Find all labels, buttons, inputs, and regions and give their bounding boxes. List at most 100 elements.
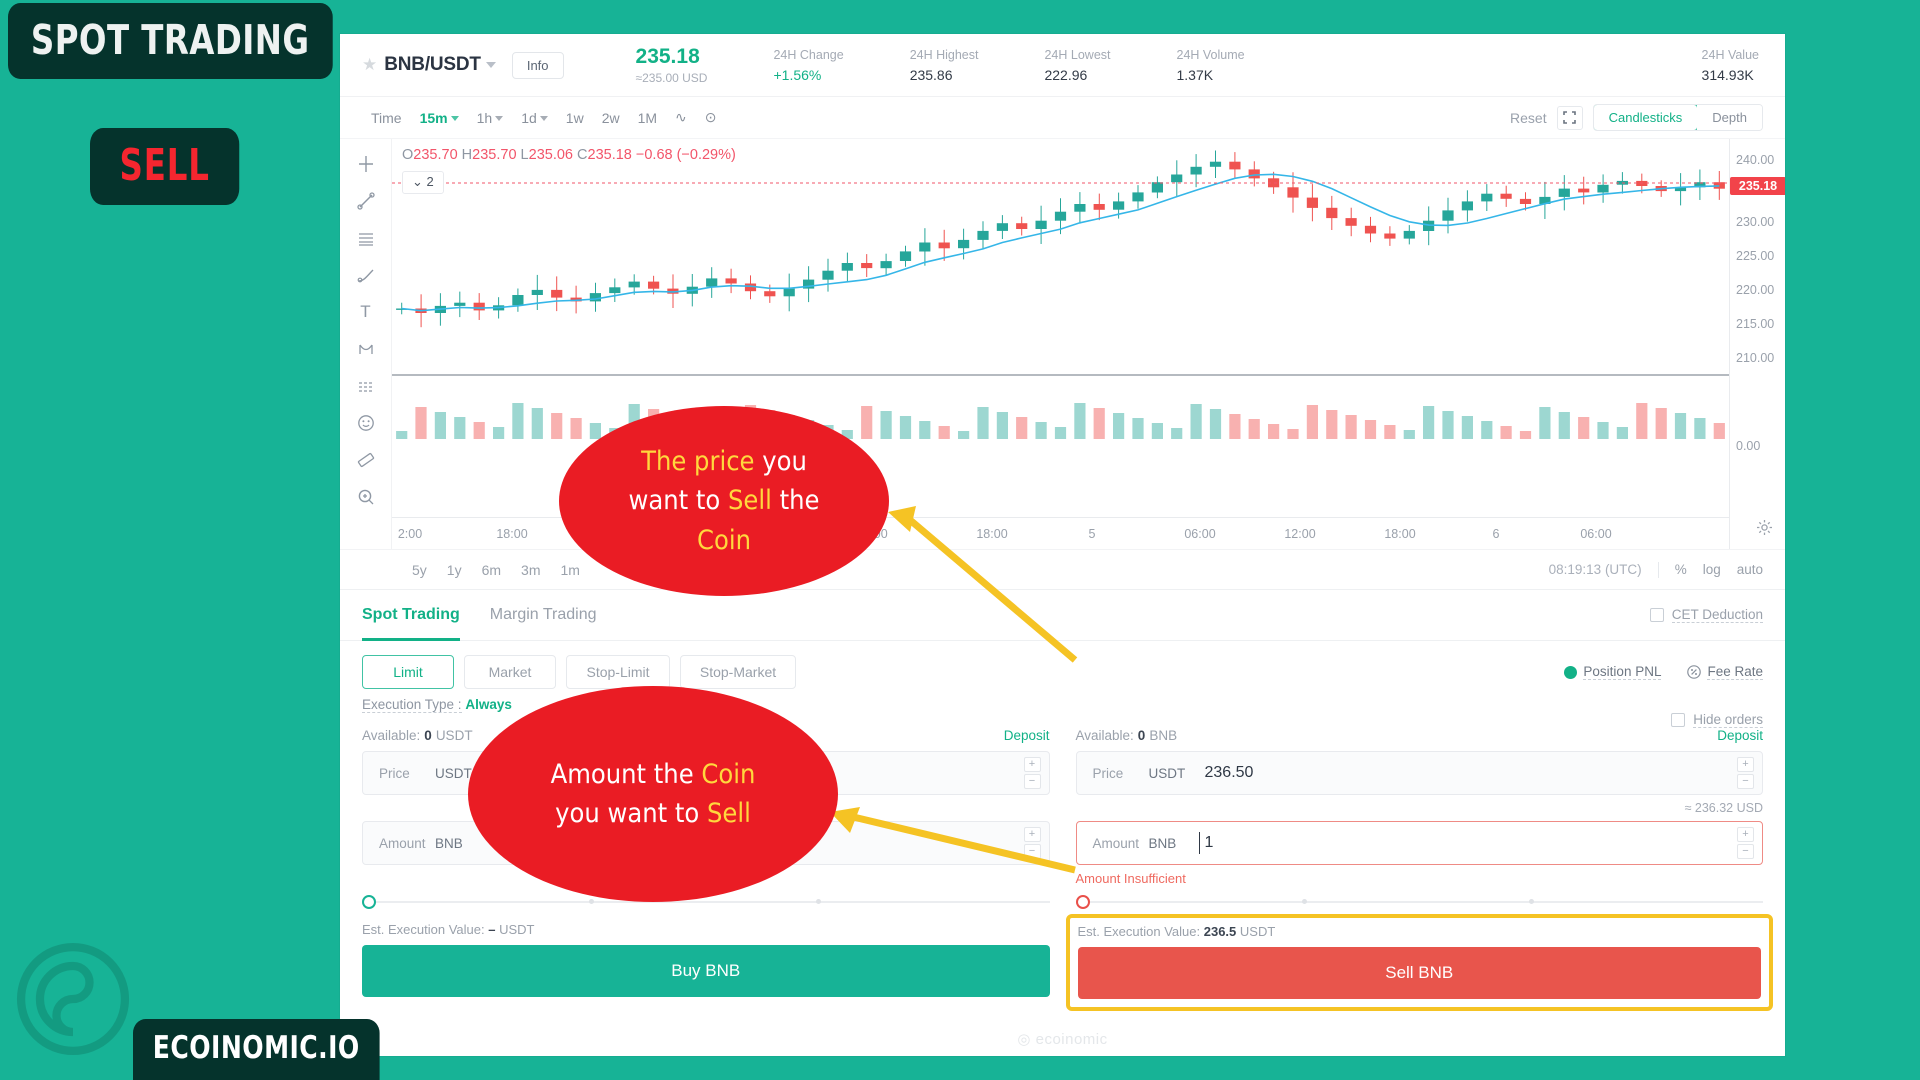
sell-slider-knob[interactable]	[1075, 895, 1090, 909]
sell-amount-decrement[interactable]: −	[1737, 844, 1754, 859]
buy-price-decrement[interactable]: −	[1023, 774, 1041, 789]
ohlc-low-value: 235.06	[528, 147, 573, 163]
info-button[interactable]: Info	[511, 51, 564, 79]
ohlc-change-value: −0.68 (−0.29%)	[635, 147, 736, 163]
buy-slider-knob[interactable]	[362, 895, 376, 909]
fullscreen-icon[interactable]	[1556, 105, 1583, 130]
buy-deposit-link[interactable]: Deposit	[1004, 728, 1050, 743]
chart-mode-depth[interactable]: Depth	[1697, 105, 1762, 130]
price-chart[interactable]: T O235.70 H235.70 L235.06 C235.18 −0.68 …	[340, 139, 1785, 549]
last-price-value: 235.18	[635, 45, 700, 69]
range-1y[interactable]: 1y	[437, 559, 472, 581]
order-type-limit[interactable]: Limit	[362, 655, 454, 689]
slider-node[interactable]	[815, 899, 821, 904]
buy-price-stepper[interactable]: + −	[1023, 757, 1041, 789]
buy-amount-increment[interactable]: +	[1023, 827, 1041, 842]
chart-toolbar: Time 15m 1h 1d 1w 2w 1M ∿ ⊙ Reset Candle…	[340, 97, 1785, 139]
chart-settings-icon[interactable]	[1756, 519, 1773, 541]
scale-log[interactable]: log	[1703, 562, 1721, 577]
stat-value: 1.37K	[1176, 66, 1214, 83]
time-tick: 6	[1492, 527, 1500, 541]
time-tick: 18:00	[1384, 527, 1416, 541]
sell-amount-stepper[interactable]: + −	[1737, 827, 1754, 859]
sell-amount-slider[interactable]	[1075, 892, 1763, 912]
zoom-in-icon[interactable]	[347, 480, 385, 514]
chart-mode-candlesticks[interactable]: Candlesticks	[1593, 105, 1699, 130]
sell-price-input[interactable]: 236.50	[1205, 764, 1738, 782]
indicator-icon[interactable]: ⊙	[696, 105, 726, 130]
buy-amount-stepper[interactable]: + −	[1023, 827, 1041, 859]
sell-price-decrement[interactable]: −	[1737, 774, 1754, 789]
timeframe-1h[interactable]: 1h	[468, 106, 513, 130]
price-axis[interactable]: 240.00 235.18 230.00 225.00 220.00 215.0…	[1729, 139, 1785, 549]
timeframe-1M[interactable]: 1M	[629, 106, 666, 130]
buy-submit-button[interactable]: Buy BNB	[362, 945, 1050, 997]
ohlc-close-value: 235.18	[587, 147, 632, 163]
sell-deposit-link[interactable]: Deposit	[1717, 728, 1763, 743]
sell-price-field[interactable]: Price USDT 236.50 + −	[1075, 751, 1763, 795]
forecast-icon[interactable]	[347, 369, 385, 403]
time-tick: 5	[1088, 527, 1096, 541]
percent-circle-icon	[1687, 665, 1702, 679]
scale-auto[interactable]: auto	[1737, 562, 1763, 577]
favorite-star-icon[interactable]: ★	[362, 55, 377, 75]
emoji-icon[interactable]	[347, 406, 385, 440]
trendline-icon[interactable]	[347, 184, 385, 218]
order-type-stop-market[interactable]: Stop-Market	[680, 655, 796, 689]
hide-orders-toggle[interactable]: Hide orders	[1671, 712, 1763, 728]
buy-price-increment[interactable]: +	[1023, 757, 1041, 772]
position-pnl-button[interactable]: Position PNL	[1564, 664, 1662, 680]
range-1m[interactable]: 1m	[551, 559, 590, 581]
measure-icon[interactable]	[347, 443, 385, 477]
fee-rate-button[interactable]: Fee Rate	[1687, 664, 1763, 680]
sell-amount-input[interactable]: 1	[1198, 832, 1738, 854]
cet-deduction-checkbox[interactable]	[1649, 608, 1664, 622]
sell-submit-button[interactable]: Sell BNB	[1077, 947, 1761, 999]
price-tick: 230.00	[1736, 215, 1775, 229]
reset-button[interactable]: Reset	[1510, 110, 1547, 126]
scale-percent[interactable]: %	[1675, 562, 1687, 577]
buy-amount-decrement[interactable]: −	[1023, 844, 1041, 859]
order-type-market[interactable]: Market	[464, 655, 556, 689]
timeframe-15m[interactable]: 15m	[411, 106, 468, 130]
trading-pair-label[interactable]: BNB/USDT	[384, 54, 481, 76]
ma-indicator-chip[interactable]: ⌄ 2	[402, 171, 444, 194]
last-price-usd: ≈235.00 USD	[635, 70, 708, 85]
pitchfork-icon[interactable]	[347, 258, 385, 292]
current-price-tag: 235.18	[1730, 177, 1785, 195]
line-chart-icon[interactable]: ∿	[666, 105, 696, 130]
range-3m[interactable]: 3m	[511, 559, 550, 581]
slider-node[interactable]	[588, 899, 594, 904]
cet-deduction-toggle[interactable]: CET Deduction	[1649, 607, 1763, 623]
sell-amount-increment[interactable]: +	[1737, 827, 1754, 842]
sell-form: Available: 0 BNB Deposit Price USDT 236.…	[1065, 728, 1773, 1011]
callout-2-line2a: you want to	[555, 798, 707, 829]
horizontal-lines-icon[interactable]	[347, 221, 385, 255]
slider-track	[362, 901, 1050, 903]
fee-rate-label: Fee Rate	[1707, 664, 1763, 680]
crosshair-icon[interactable]	[347, 147, 385, 181]
callout-price-annotation: The price you want to Sell the Coin	[559, 406, 889, 596]
order-type-stop-limit[interactable]: Stop-Limit	[566, 655, 670, 689]
time-tick: 18:00	[496, 527, 528, 541]
slider-node[interactable]	[1529, 899, 1535, 904]
buy-est-label: Est. Execution Value:	[362, 922, 485, 937]
stat-24h-lowest: 24H Lowest 222.96	[1044, 48, 1110, 83]
sell-price-stepper[interactable]: + −	[1737, 757, 1754, 789]
tab-spot-trading[interactable]: Spot Trading	[362, 589, 460, 641]
timeframe-2w[interactable]: 2w	[593, 106, 629, 130]
slider-node[interactable]	[1302, 899, 1308, 904]
chevron-down-icon[interactable]	[485, 62, 496, 68]
execution-type-value[interactable]: Always	[465, 697, 512, 712]
tab-margin-trading[interactable]: Margin Trading	[490, 589, 597, 641]
range-6m[interactable]: 6m	[472, 559, 511, 581]
sell-amount-field[interactable]: Amount BNB 1 + −	[1075, 821, 1763, 865]
hide-orders-checkbox[interactable]	[1671, 713, 1686, 727]
text-tool-icon[interactable]: T	[347, 295, 385, 329]
sell-price-increment[interactable]: +	[1737, 757, 1754, 772]
pattern-icon[interactable]	[347, 332, 385, 366]
timeframe-1w[interactable]: 1w	[557, 106, 593, 130]
timeframe-1d[interactable]: 1d	[512, 106, 557, 130]
watermark-text: ecoinomic	[1035, 1031, 1108, 1048]
range-5y[interactable]: 5y	[402, 559, 437, 581]
